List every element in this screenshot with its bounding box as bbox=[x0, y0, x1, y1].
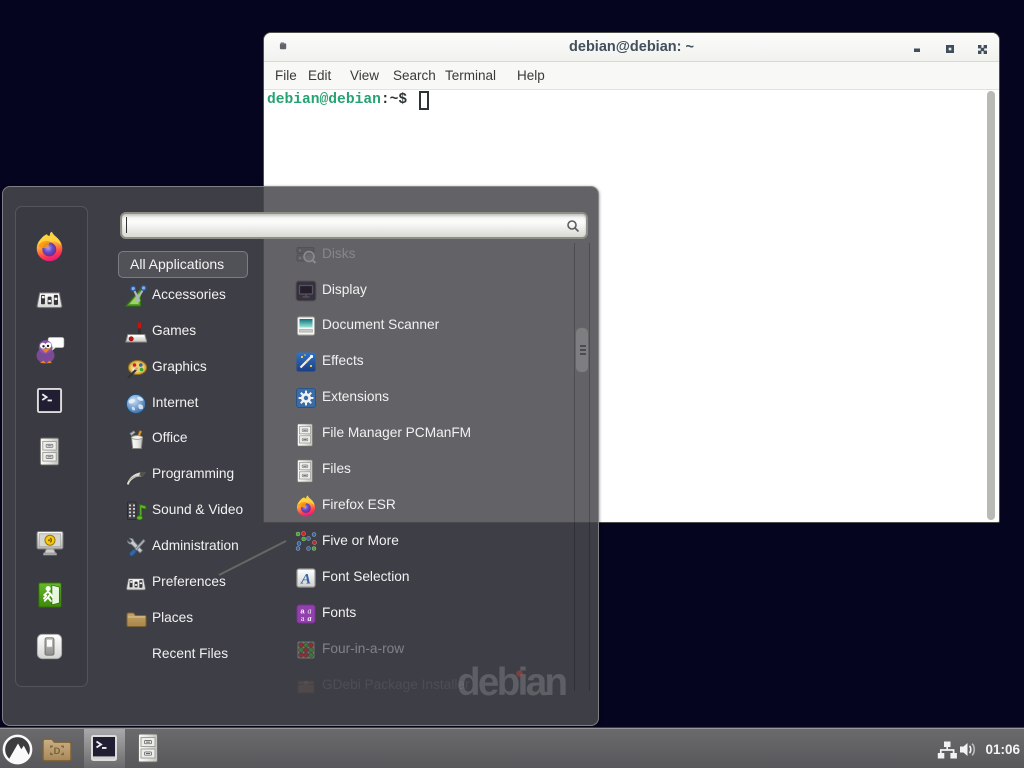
svg-text:a: a bbox=[301, 614, 305, 623]
svg-text:a: a bbox=[308, 614, 312, 623]
svg-text:D: D bbox=[54, 746, 61, 756]
svg-text:A: A bbox=[300, 572, 311, 588]
